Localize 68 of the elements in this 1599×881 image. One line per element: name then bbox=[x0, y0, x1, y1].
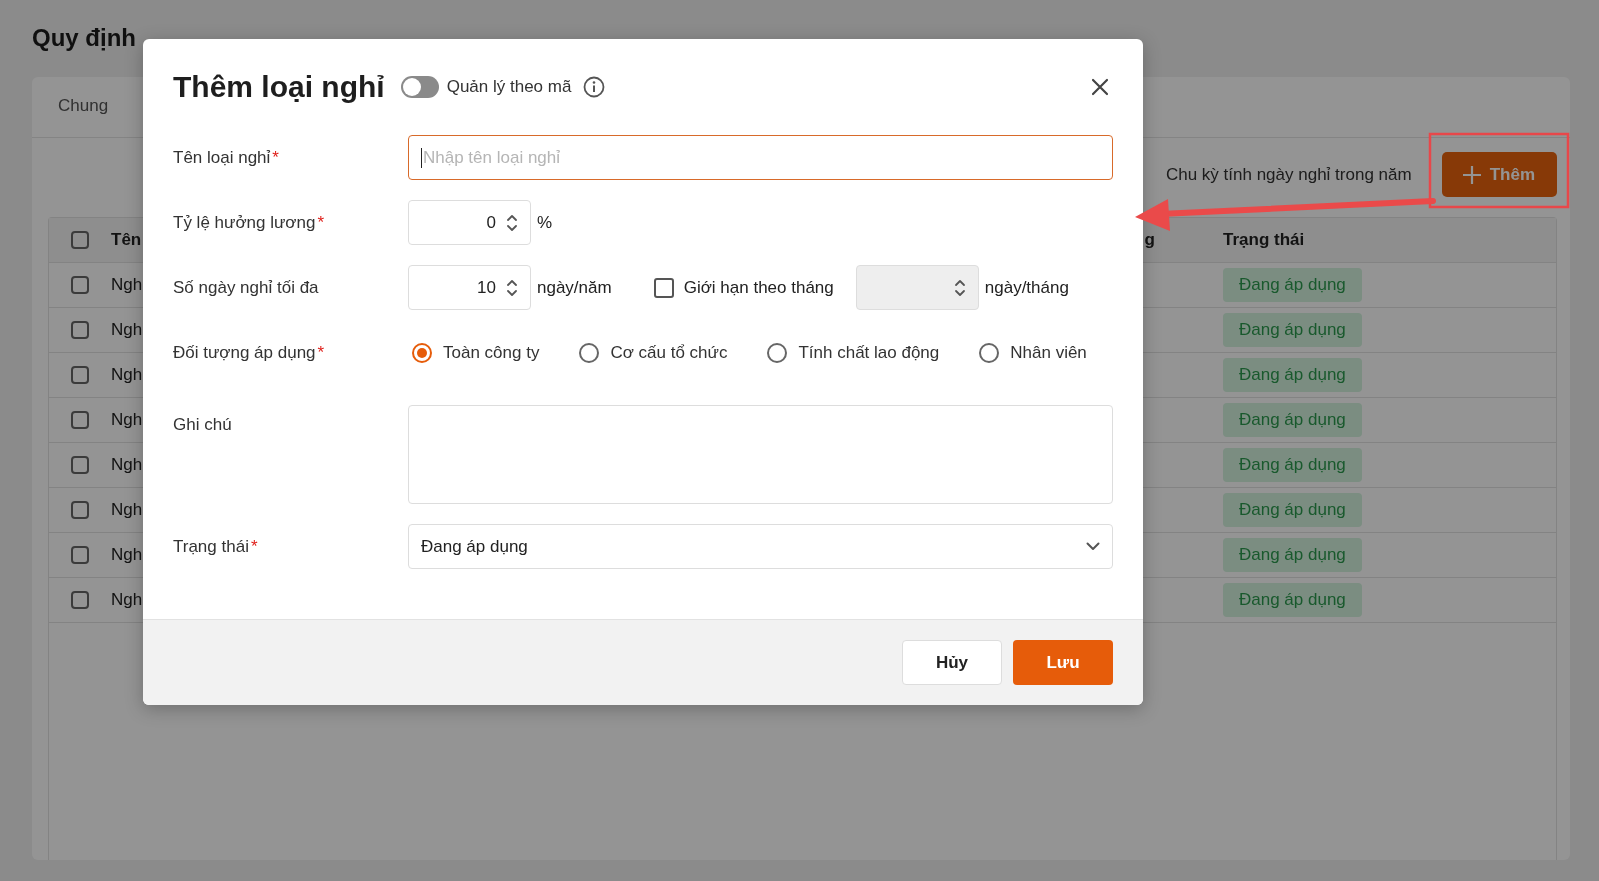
status-badge: Đang áp dụng bbox=[1223, 358, 1362, 392]
row-checkbox[interactable] bbox=[71, 276, 89, 294]
spinner-icon[interactable] bbox=[506, 212, 518, 233]
row-checkbox[interactable] bbox=[71, 411, 89, 429]
table-cell: Ngh bbox=[111, 275, 143, 294]
field-label: Trạng thái bbox=[173, 536, 249, 556]
toggle-label: Quản lý theo mã bbox=[446, 77, 572, 97]
number-field[interactable]: 10 bbox=[408, 265, 531, 310]
status-badge: Đang áp dụng bbox=[1223, 493, 1362, 527]
required-mark: * bbox=[250, 536, 258, 556]
status-badge: Đang áp dụng bbox=[1223, 538, 1362, 572]
status-dropdown[interactable]: Đang áp dụng bbox=[408, 524, 1113, 569]
table-cell: Ngh bbox=[111, 590, 143, 609]
field-label: Tỷ lệ hưởng lương bbox=[173, 212, 316, 232]
radio-button[interactable] bbox=[412, 342, 432, 363]
tab[interactable]: Chung bbox=[58, 77, 109, 137]
table-cell: Ngh bbox=[111, 320, 143, 339]
close-icon bbox=[1091, 78, 1109, 96]
column-header: g bbox=[1144, 230, 1155, 249]
row-checkbox[interactable] bbox=[71, 501, 89, 519]
table-cell: Ngh bbox=[111, 410, 143, 429]
row-checkbox[interactable] bbox=[71, 591, 89, 609]
unit-label: ngày/năm bbox=[537, 277, 612, 298]
radio-button[interactable] bbox=[579, 342, 600, 363]
radio-label: Cơ cấu tổ chức bbox=[610, 342, 728, 363]
table-cell: Ngh bbox=[111, 500, 143, 519]
column-header: Trạng thái bbox=[1223, 230, 1305, 249]
checkbox[interactable] bbox=[653, 277, 674, 298]
status-badge: Đang áp dụng bbox=[1223, 448, 1362, 482]
field-label: Số ngày nghỉ tối đa bbox=[173, 277, 319, 297]
row-checkbox[interactable] bbox=[71, 321, 89, 339]
status-badge: Đang áp dụng bbox=[1223, 583, 1362, 617]
row-checkbox[interactable] bbox=[71, 456, 89, 474]
row-checkbox[interactable] bbox=[71, 546, 89, 564]
radio-label: Nhân viên bbox=[1010, 342, 1087, 363]
required-mark: * bbox=[317, 212, 325, 232]
field-label: Tên loại nghỉ bbox=[173, 147, 271, 167]
cycle-label: Chu kỳ tính ngày nghỉ trong năm bbox=[1165, 164, 1412, 185]
table-cell: Ngh bbox=[111, 545, 143, 564]
column-header: Tên bbox=[111, 230, 142, 249]
row-checkbox[interactable] bbox=[71, 366, 89, 384]
field-label: Đối tượng áp dụng bbox=[173, 342, 316, 362]
radio-label: Tính chất lao động bbox=[798, 342, 940, 363]
table-cell: Ngh bbox=[111, 365, 143, 384]
page-title: Quy định bbox=[32, 23, 137, 53]
radio-label: Toàn công ty bbox=[443, 342, 540, 363]
status-badge: Đang áp dụng bbox=[1223, 403, 1362, 437]
save-button[interactable]: Lưu bbox=[1013, 640, 1113, 685]
field-label: Ghi chú bbox=[173, 415, 232, 434]
status-badge: Đang áp dụng bbox=[1223, 313, 1362, 347]
radio-button[interactable] bbox=[767, 342, 788, 363]
radio-button[interactable] bbox=[979, 342, 1000, 363]
number-field[interactable]: 0 bbox=[408, 200, 531, 245]
chevron-down-icon bbox=[1086, 542, 1100, 551]
plus-icon bbox=[1461, 164, 1482, 185]
select-all-checkbox[interactable] bbox=[71, 231, 89, 249]
status-badge: Đang áp dụng bbox=[1223, 268, 1362, 302]
cancel-button[interactable]: Hủy bbox=[902, 640, 1002, 685]
unit-label: ngày/tháng bbox=[984, 277, 1069, 298]
unit-label: % bbox=[537, 212, 553, 233]
toggle-switch[interactable] bbox=[400, 76, 439, 98]
dialog-title: Thêm loại nghỉ bbox=[173, 70, 385, 104]
table-cell: Ngh bbox=[111, 455, 143, 474]
required-mark: * bbox=[317, 342, 325, 362]
checkbox-label: Giới hạn theo tháng bbox=[683, 277, 834, 298]
info-icon[interactable] bbox=[583, 76, 606, 98]
spinner-icon[interactable] bbox=[506, 277, 518, 298]
required-mark: * bbox=[272, 147, 279, 167]
